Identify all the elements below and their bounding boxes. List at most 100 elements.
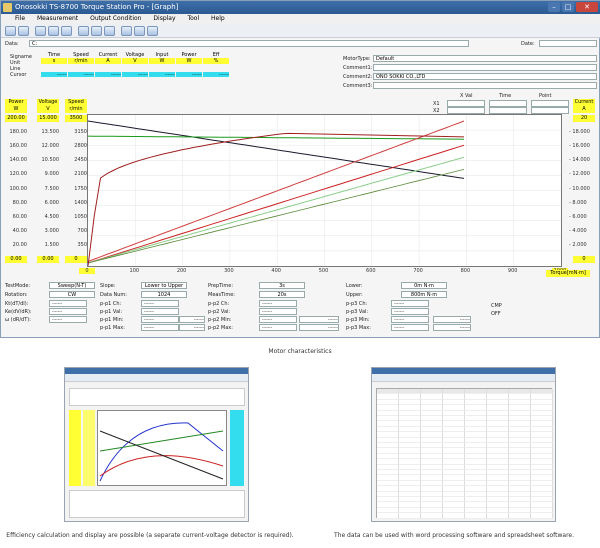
x-tick-label: 700	[413, 268, 423, 274]
pp3-value: -------	[391, 316, 429, 323]
axis-voltage-tick: 13.500	[41, 129, 60, 136]
thumb-grid-cell	[377, 513, 399, 519]
stat-value: -------	[49, 300, 87, 307]
pp2-label: p-p2 Ch:	[208, 301, 230, 307]
thumb-grid-cell	[443, 513, 465, 519]
x-axis-label: Torque[mN·m]	[546, 270, 590, 277]
axis-speed-tick: 1050	[74, 213, 87, 220]
axis-voltage-tick: 7.500	[44, 185, 59, 192]
axis-power-tick: 60.00	[12, 213, 27, 220]
condition-value: 3s	[259, 282, 305, 289]
axis-speed-tick: 2800	[74, 143, 87, 150]
axis-power-tick: 40.00	[12, 227, 27, 234]
pp3-value: -------	[391, 308, 429, 315]
condition-label: Rotation:	[5, 292, 28, 298]
x-tick-label: 800	[460, 268, 471, 274]
axis-speed-tick: 2450	[74, 157, 87, 164]
axis-voltage-tick: 3.000	[44, 227, 59, 234]
stat-value: -------	[49, 316, 87, 323]
pp3-label: p-p3 Val:	[346, 309, 369, 315]
condition-panel: TestMode: Sweep(N-T) Slope: Lower to Upper P…	[1, 282, 600, 339]
pp2-label: p-p2 Max:	[208, 325, 233, 331]
axis-voltage-tick: 12.000	[41, 143, 60, 150]
axis-current-tick: - 10.000	[569, 185, 590, 192]
left-caption: Efficiency calculation and display are p…	[6, 532, 294, 539]
pp1-value: -------	[141, 308, 179, 315]
axis-speed-tick: 2100	[74, 171, 87, 178]
graph-area[interactable]	[87, 114, 562, 267]
stat-label: Ke(dV/dR):	[5, 309, 32, 315]
pp2-value: -------	[259, 316, 297, 323]
pp3-label: p-p3 Min:	[346, 317, 370, 323]
thumb-grid-cell	[531, 513, 553, 519]
condition-label: PrepTime:	[208, 283, 234, 289]
condition-label: Lower:	[346, 283, 363, 289]
pp3-extra: -------	[433, 316, 471, 323]
thumb2-toolbar	[372, 374, 555, 382]
axis-voltage-tick: 6.000	[44, 199, 59, 206]
x-tick-label: 200	[176, 268, 187, 274]
input-curve	[87, 156, 465, 264]
condition-label: Slope:	[100, 283, 116, 289]
pp1-value: -------	[141, 316, 179, 323]
pp2-extra: -------	[299, 324, 339, 331]
axis-current-tick: - 16.000	[569, 143, 590, 150]
thumb-data-grid	[376, 388, 553, 519]
pp3-label: p-p3 Max:	[346, 325, 371, 331]
axis-power-tick: 120.00	[9, 171, 28, 178]
pp1-label: p-p1 Max:	[100, 325, 125, 331]
pp2-extra: -------	[299, 316, 339, 323]
pp1-value: -------	[141, 300, 179, 307]
pp1-value: -------	[141, 324, 179, 331]
axis-current-tick: - 8.000	[569, 199, 587, 206]
pp1-label: p-p1 Min:	[100, 317, 124, 323]
x-tick-label: 300	[224, 268, 234, 274]
axis-voltage-tick: 1.500	[44, 241, 59, 248]
pp1-label: p-p1 Ch:	[100, 301, 122, 307]
efficiency-curve	[87, 132, 465, 267]
axis-power-tick: 100.00	[9, 185, 28, 192]
axis-speed-tick: 700	[77, 227, 87, 234]
cmp-value: OFF	[491, 311, 501, 317]
condition-value: 800m N·m	[401, 291, 447, 298]
pp1-extra: -------	[179, 316, 205, 323]
output-curve	[87, 169, 465, 264]
x-axis-ticks: 01002003004005006007008009001000	[1, 268, 600, 278]
pp3-value: -------	[391, 324, 429, 331]
thumb-axis-left2	[83, 410, 95, 486]
axis-power-tick: 140.00	[9, 157, 28, 164]
axis-voltage-tick: 9.000	[44, 171, 59, 178]
axis-current-tick: - 6.000	[569, 213, 587, 220]
axis-speed-tick: 1750	[74, 185, 87, 192]
axis-power-tick: 20.00	[12, 241, 27, 248]
thumb-plot-svg	[99, 422, 224, 482]
thumb-info	[69, 388, 245, 406]
pp3-value: -------	[391, 300, 429, 307]
thumb-grid-cell	[421, 513, 443, 519]
x-tick-label: 500	[318, 268, 329, 274]
x-tick-label: 0	[79, 268, 95, 274]
condition-label: MeasTime:	[208, 292, 235, 298]
condition-value: 20s	[259, 291, 305, 298]
cmp-label: CMP	[491, 303, 502, 309]
current-curve	[87, 120, 465, 262]
condition-value: Lower to Upper	[141, 282, 187, 289]
main-window: Onosokki TS-8700 Torque Station Pro - [G…	[0, 0, 600, 338]
axis-speed-tick: 350	[77, 241, 87, 248]
thumb-axis-left	[69, 410, 81, 486]
axis-speed-tick: 1400	[74, 199, 87, 206]
condition-label: Data Num:	[100, 292, 127, 298]
pp3-extra: -------	[433, 324, 471, 331]
power-curve	[87, 144, 465, 264]
axis-current-tick: - 14.000	[569, 157, 590, 164]
graph-svg	[87, 115, 561, 267]
pp3-label: p-p3 Ch:	[346, 301, 368, 307]
thumb-grid-cell	[509, 513, 531, 519]
thumb-grid-cell	[465, 513, 487, 519]
voltage-curve	[87, 135, 465, 140]
x-tick-label: 900	[507, 268, 518, 274]
pp2-label: p-p2 Min:	[208, 317, 232, 323]
condition-value: Sweep(N-T)	[49, 282, 95, 289]
pp2-value: -------	[259, 308, 297, 315]
condition-label: TestMode:	[5, 283, 31, 289]
